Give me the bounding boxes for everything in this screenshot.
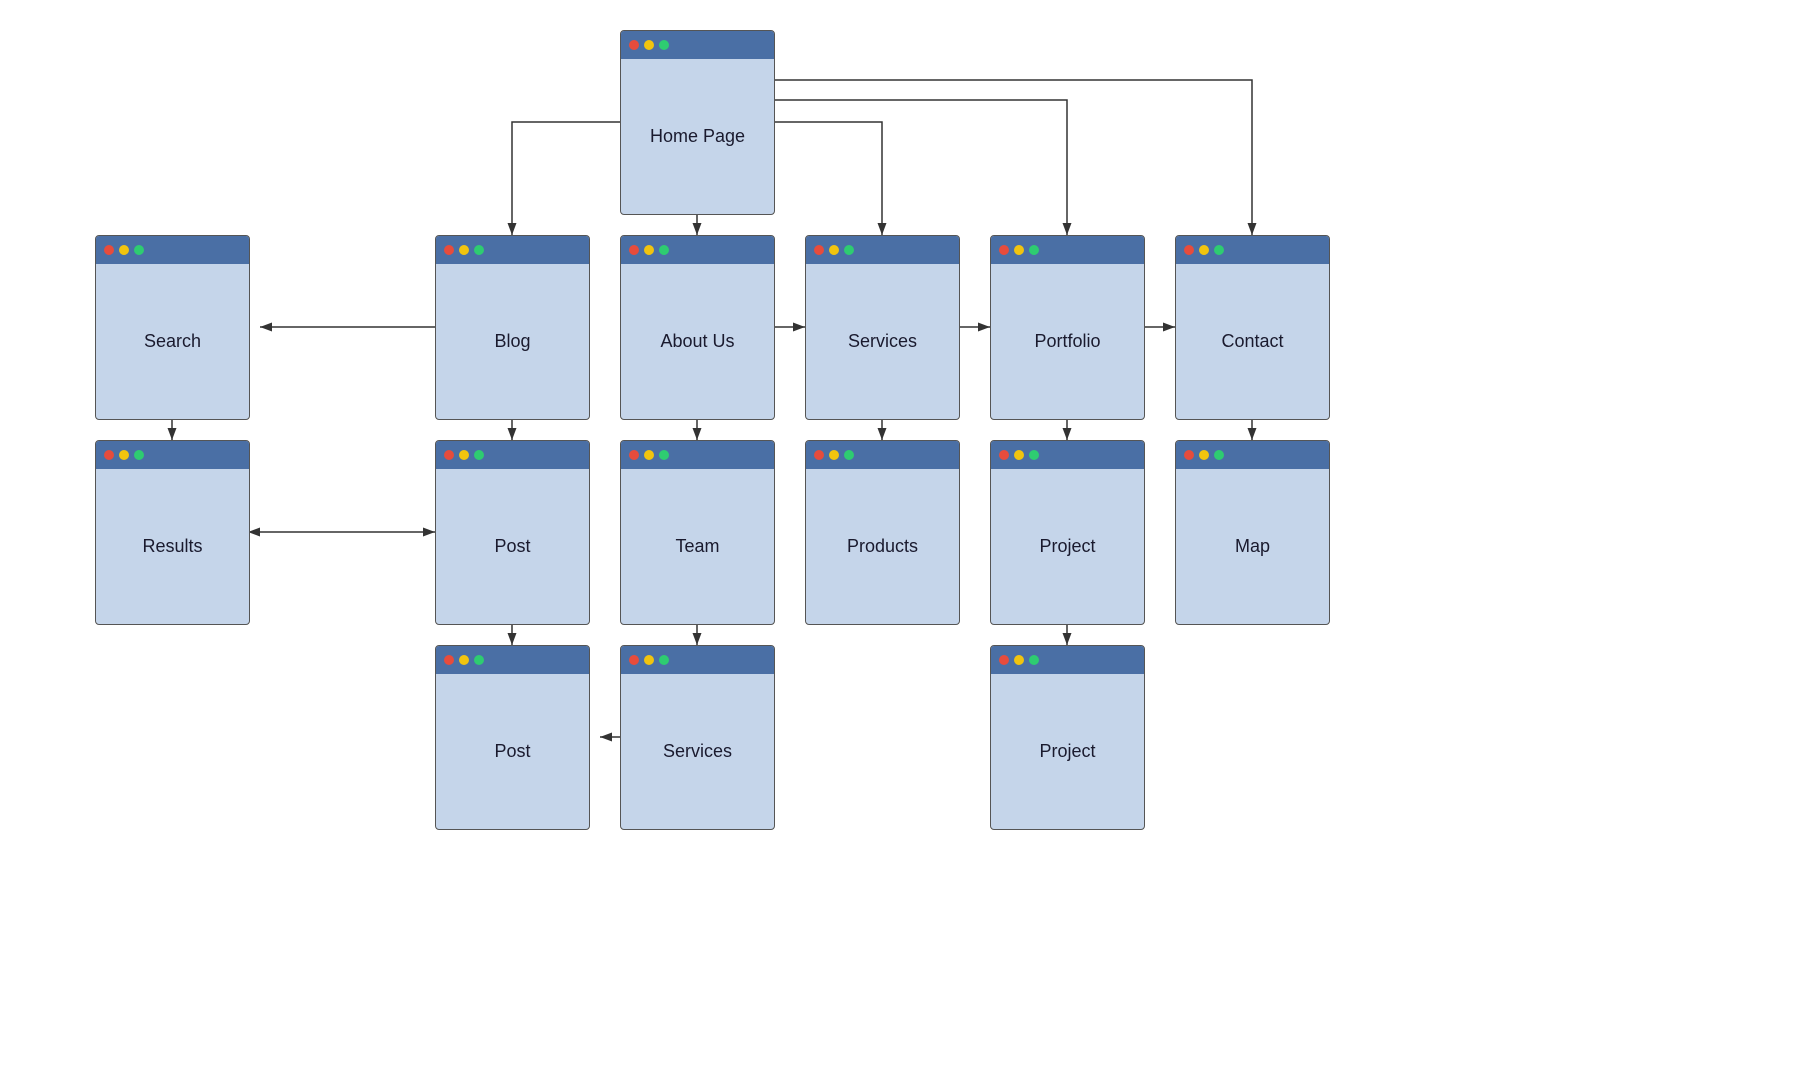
red-dot xyxy=(1184,245,1194,255)
green-dot xyxy=(1214,450,1224,460)
red-dot xyxy=(999,450,1009,460)
green-dot xyxy=(659,655,669,665)
title-bar-products xyxy=(806,441,959,469)
red-dot xyxy=(104,245,114,255)
card-label-project2: Project xyxy=(991,674,1144,829)
yellow-dot xyxy=(1199,450,1209,460)
title-bar-services1 xyxy=(806,236,959,264)
card-results[interactable]: Results xyxy=(95,440,250,625)
green-dot xyxy=(844,245,854,255)
yellow-dot xyxy=(829,245,839,255)
title-bar-portfolio xyxy=(991,236,1144,264)
card-team[interactable]: Team xyxy=(620,440,775,625)
red-dot xyxy=(1184,450,1194,460)
red-dot xyxy=(629,40,639,50)
card-label-team: Team xyxy=(621,469,774,624)
card-label-post2: Post xyxy=(436,674,589,829)
card-label-map: Map xyxy=(1176,469,1329,624)
title-bar-home xyxy=(621,31,774,59)
card-label-post1: Post xyxy=(436,469,589,624)
red-dot xyxy=(629,245,639,255)
yellow-dot xyxy=(1014,655,1024,665)
card-label-home: Home Page xyxy=(621,59,774,214)
green-dot xyxy=(1029,245,1039,255)
yellow-dot xyxy=(644,40,654,50)
green-dot xyxy=(844,450,854,460)
green-dot xyxy=(659,40,669,50)
green-dot xyxy=(474,450,484,460)
red-dot xyxy=(104,450,114,460)
title-bar-project1 xyxy=(991,441,1144,469)
title-bar-services2 xyxy=(621,646,774,674)
title-bar-results xyxy=(96,441,249,469)
card-contact[interactable]: Contact xyxy=(1175,235,1330,420)
red-dot xyxy=(999,655,1009,665)
red-dot xyxy=(814,245,824,255)
green-dot xyxy=(474,245,484,255)
yellow-dot xyxy=(1199,245,1209,255)
card-label-products: Products xyxy=(806,469,959,624)
red-dot xyxy=(814,450,824,460)
card-project1[interactable]: Project xyxy=(990,440,1145,625)
card-label-project1: Project xyxy=(991,469,1144,624)
card-label-services1: Services xyxy=(806,264,959,419)
title-bar-post2 xyxy=(436,646,589,674)
green-dot xyxy=(134,245,144,255)
diagram-container: Home PageSearchBlogAbout UsServicesPortf… xyxy=(0,0,1800,1080)
yellow-dot xyxy=(1014,450,1024,460)
card-label-search: Search xyxy=(96,264,249,419)
card-services2[interactable]: Services xyxy=(620,645,775,830)
yellow-dot xyxy=(119,245,129,255)
red-dot xyxy=(444,655,454,665)
card-label-portfolio: Portfolio xyxy=(991,264,1144,419)
yellow-dot xyxy=(459,245,469,255)
card-label-results: Results xyxy=(96,469,249,624)
card-search[interactable]: Search xyxy=(95,235,250,420)
red-dot xyxy=(999,245,1009,255)
card-aboutus[interactable]: About Us xyxy=(620,235,775,420)
yellow-dot xyxy=(1014,245,1024,255)
yellow-dot xyxy=(644,450,654,460)
card-products[interactable]: Products xyxy=(805,440,960,625)
yellow-dot xyxy=(829,450,839,460)
green-dot xyxy=(474,655,484,665)
card-map[interactable]: Map xyxy=(1175,440,1330,625)
green-dot xyxy=(659,245,669,255)
red-dot xyxy=(629,450,639,460)
card-home[interactable]: Home Page xyxy=(620,30,775,215)
title-bar-contact xyxy=(1176,236,1329,264)
green-dot xyxy=(659,450,669,460)
green-dot xyxy=(1214,245,1224,255)
title-bar-blog xyxy=(436,236,589,264)
green-dot xyxy=(1029,655,1039,665)
card-label-blog: Blog xyxy=(436,264,589,419)
yellow-dot xyxy=(459,450,469,460)
green-dot xyxy=(134,450,144,460)
card-post2[interactable]: Post xyxy=(435,645,590,830)
card-portfolio[interactable]: Portfolio xyxy=(990,235,1145,420)
card-post1[interactable]: Post xyxy=(435,440,590,625)
red-dot xyxy=(444,245,454,255)
card-blog[interactable]: Blog xyxy=(435,235,590,420)
card-label-contact: Contact xyxy=(1176,264,1329,419)
card-label-aboutus: About Us xyxy=(621,264,774,419)
yellow-dot xyxy=(644,245,654,255)
yellow-dot xyxy=(119,450,129,460)
card-label-services2: Services xyxy=(621,674,774,829)
title-bar-aboutus xyxy=(621,236,774,264)
red-dot xyxy=(444,450,454,460)
title-bar-team xyxy=(621,441,774,469)
card-services1[interactable]: Services xyxy=(805,235,960,420)
title-bar-search xyxy=(96,236,249,264)
green-dot xyxy=(1029,450,1039,460)
title-bar-project2 xyxy=(991,646,1144,674)
red-dot xyxy=(629,655,639,665)
title-bar-map xyxy=(1176,441,1329,469)
yellow-dot xyxy=(459,655,469,665)
card-project2[interactable]: Project xyxy=(990,645,1145,830)
yellow-dot xyxy=(644,655,654,665)
title-bar-post1 xyxy=(436,441,589,469)
